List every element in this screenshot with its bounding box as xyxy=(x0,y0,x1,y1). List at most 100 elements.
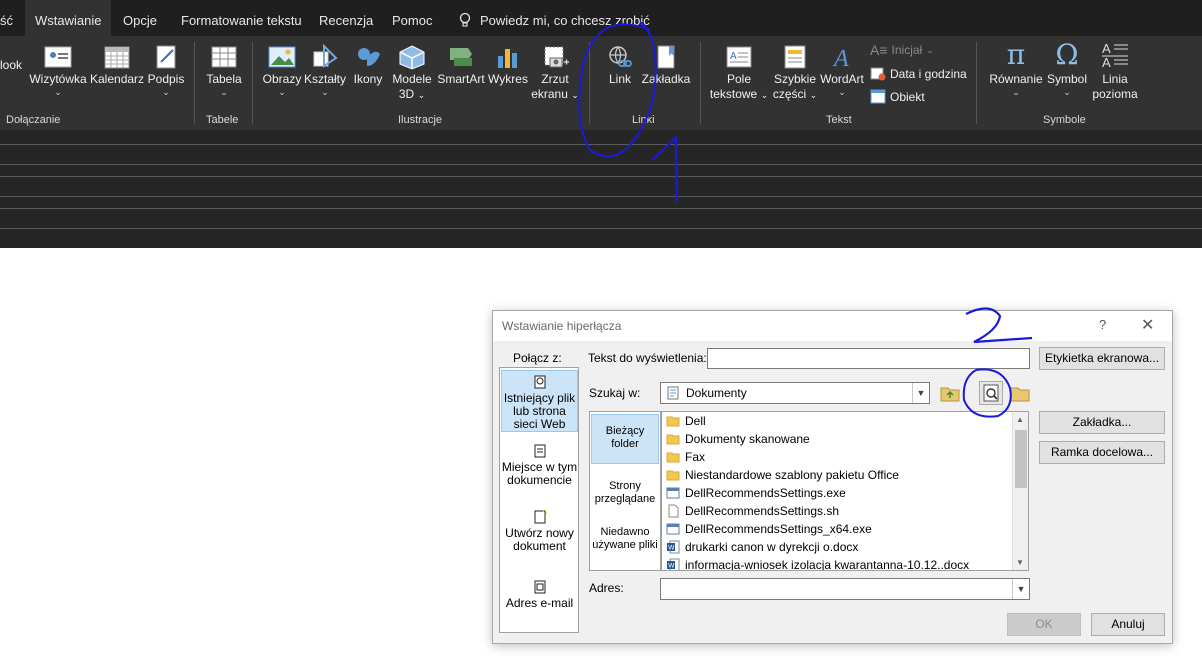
chart-button[interactable]: Wykres xyxy=(488,44,528,87)
browse-web-button[interactable] xyxy=(979,381,1003,405)
link-button[interactable]: Link xyxy=(600,44,640,87)
icons-button[interactable]: Ikony xyxy=(352,44,384,87)
link-to-email-address[interactable]: Adres e-mail xyxy=(501,580,578,620)
scrollbar-thumb[interactable] xyxy=(1015,430,1027,488)
current-folder-tab[interactable]: Bieżący folder xyxy=(591,414,659,464)
list-item[interactable]: DellRecommendsSettings.exe xyxy=(666,484,846,502)
help-icon[interactable]: ? xyxy=(1099,317,1106,332)
calendar-button[interactable]: Kalendarz xyxy=(90,44,144,87)
group-separator xyxy=(976,42,977,124)
target-frame-button[interactable]: Ramka docelowa... xyxy=(1039,441,1165,464)
text-to-display-input[interactable] xyxy=(707,348,1030,369)
screenshot-button[interactable]: Zrzut ekranu ⌄ xyxy=(530,44,580,103)
list-item[interactable]: DellRecommendsSettings_x64.exe xyxy=(666,520,872,538)
address-input[interactable]: ▼ xyxy=(660,578,1030,600)
insert-hyperlink-dialog: Wstawianie hiperłącza ? ✕ Połącz z: Istn… xyxy=(492,310,1173,644)
cancel-button[interactable]: Anuluj xyxy=(1091,613,1165,636)
horizontal-line-button[interactable]: A A Linia pozioma xyxy=(1090,40,1140,102)
chevron-down-icon[interactable]: ▼ xyxy=(1016,558,1024,567)
list-item[interactable]: Winformacja-wniosek izolacja kwarantanna… xyxy=(666,556,969,570)
shapes-button[interactable]: Kształty ⌄ xyxy=(304,44,346,97)
pi-icon: π xyxy=(1006,38,1026,71)
bookmark-button[interactable]: Zakładka xyxy=(640,44,692,87)
recent-files-tab[interactable]: Niedawno używane pliki xyxy=(591,524,659,568)
chevron-down-icon: ▼ xyxy=(1012,579,1029,599)
quick-parts-icon xyxy=(784,45,806,69)
pictures-button[interactable]: Obrazy ⌄ xyxy=(262,44,302,97)
tell-me-search[interactable]: Powiedz mi, co chcesz zrobić xyxy=(458,12,650,28)
link-globe-icon xyxy=(609,46,632,67)
divider-line xyxy=(0,144,1202,145)
link-to-pane: Istniejący plik lub strona sieci Web Mie… xyxy=(499,367,579,633)
object-button[interactable]: Obiekt xyxy=(870,89,925,104)
group-separator xyxy=(589,42,590,124)
list-item[interactable]: DellRecommendsSettings.sh xyxy=(666,502,839,520)
look-in-label: Szukaj w: xyxy=(589,386,641,400)
bookmark-dialog-button[interactable]: Zakładka... xyxy=(1039,411,1165,434)
chevron-up-icon[interactable]: ▲ xyxy=(1016,415,1024,424)
screentip-button[interactable]: Etykietka ekranowa... xyxy=(1039,347,1165,370)
tab-review[interactable]: Recenzja xyxy=(319,0,373,36)
bookmark-icon xyxy=(657,45,675,69)
3d-models-button[interactable]: Modele 3D ⌄ xyxy=(390,44,434,103)
text-box-button[interactable]: A Pole tekstowe ⌄ xyxy=(708,44,770,103)
list-item[interactable]: Niestandardowe szablony pakietu Office xyxy=(666,466,899,484)
group-separator xyxy=(194,42,195,124)
list-item[interactable]: Dokumenty skanowane xyxy=(666,430,810,448)
chevron-down-icon: ▼ xyxy=(912,383,929,403)
group-label-include: Dołączanie xyxy=(6,114,61,126)
email-address-icon xyxy=(534,580,545,594)
tab-previous[interactable]: ść xyxy=(0,0,13,36)
look-in-value: Dokumenty xyxy=(686,386,747,400)
wordart-button[interactable]: A WordArt ⌄ xyxy=(818,44,866,97)
folder-icon xyxy=(666,414,680,428)
drop-cap-button[interactable]: A≡ Inicjał ⌄ xyxy=(870,42,934,58)
browse-location-pane: Bieżący folder Strony przeglądane Niedaw… xyxy=(589,411,661,571)
business-card-button[interactable]: Wizytówka ⌄ xyxy=(28,44,88,97)
tab-text-format[interactable]: Formatowanie tekstu xyxy=(181,0,302,36)
svg-text:A: A xyxy=(1102,41,1111,56)
divider-line xyxy=(0,164,1202,165)
quick-parts-button[interactable]: Szybkie części ⌄ xyxy=(772,44,818,103)
equation-button[interactable]: π Równanie ⌄ xyxy=(988,38,1044,98)
tab-options[interactable]: Opcje xyxy=(123,0,157,36)
tab-help[interactable]: Pomoc xyxy=(392,0,432,36)
close-icon[interactable]: ✕ xyxy=(1141,315,1154,335)
group-label-text: Tekst xyxy=(826,114,852,126)
signature-button[interactable]: Podpis ⌄ xyxy=(146,44,186,97)
date-time-icon xyxy=(870,67,886,81)
open-folder-icon xyxy=(1010,387,1030,402)
svg-text:A: A xyxy=(832,46,849,70)
smartart-button[interactable]: SmartArt xyxy=(436,44,486,87)
business-card-icon xyxy=(44,46,72,68)
ok-button[interactable]: OK xyxy=(1007,613,1081,636)
link-to-existing-file[interactable]: Istniejący plik lub strona sieci Web xyxy=(501,370,578,432)
table-icon xyxy=(211,46,237,68)
link-to-place-in-document[interactable]: Miejsce w tym dokumencie xyxy=(501,444,578,496)
svg-text:W: W xyxy=(668,545,675,552)
calendar-icon xyxy=(104,46,130,69)
date-time-button[interactable]: Data i godzina xyxy=(870,66,967,81)
list-item[interactable]: Fax xyxy=(666,448,705,466)
svg-text:W: W xyxy=(668,563,675,570)
browsed-pages-tab[interactable]: Strony przeglądane xyxy=(591,476,659,516)
look-in-select[interactable]: Dokumenty ▼ xyxy=(660,382,930,404)
outlook-button[interactable]: look xyxy=(0,58,22,73)
list-item[interactable]: Dell xyxy=(666,412,706,430)
group-label-illustrations: Ilustracje xyxy=(398,114,443,126)
symbol-button[interactable]: Ω Symbol ⌄ xyxy=(1044,40,1090,98)
screenshot-root: { "ribbon": { "tabs": [ {"label": "ść"},… xyxy=(0,0,1202,668)
dialog-titlebar[interactable]: Wstawianie hiperłącza ? ✕ xyxy=(493,311,1172,341)
list-item[interactable]: Wdrukarki canon w dyrekcji o.docx xyxy=(666,538,858,556)
divider-line xyxy=(0,208,1202,209)
file-list-scrollbar[interactable]: ▲ ▼ xyxy=(1012,412,1028,570)
folder-up-icon xyxy=(940,387,960,402)
folder-icon xyxy=(666,432,680,446)
browse-file-button[interactable] xyxy=(1009,382,1031,404)
shapes-icon xyxy=(313,44,338,68)
tab-insert[interactable]: Wstawianie xyxy=(25,0,112,39)
horizontal-line-icon: A A xyxy=(1102,41,1128,70)
link-to-new-document[interactable]: Utwórz nowy dokument xyxy=(501,509,578,560)
table-button[interactable]: Tabela ⌄ xyxy=(202,44,246,97)
up-one-folder-button[interactable] xyxy=(939,382,961,404)
